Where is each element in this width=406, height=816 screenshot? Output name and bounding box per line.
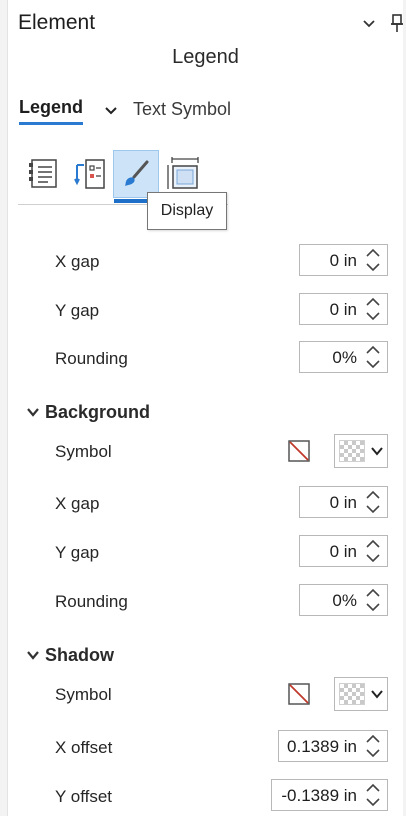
shadow-section-header[interactable]: Shadow — [26, 641, 114, 669]
spinner-arrows-icon[interactable] — [364, 344, 382, 370]
frame-rounding-label: Rounding — [55, 349, 128, 368]
shadow-x-offset-label: X offset — [55, 738, 113, 757]
tab-bar: Legend Text Symbol — [19, 94, 231, 125]
tab-text-symbol[interactable]: Text Symbol — [133, 99, 231, 120]
background-x-gap-value: 0 in — [329, 493, 357, 512]
display-tooltip: Display — [147, 192, 227, 230]
shadow-y-offset-value: -0.1389 in — [281, 786, 357, 805]
legend-options-icon — [29, 159, 57, 188]
frame-x-gap-spinner[interactable]: 0 in — [299, 244, 388, 276]
spinner-arrows-icon[interactable] — [364, 247, 382, 273]
background-rounding-row: Rounding 0% — [0, 584, 406, 620]
no-symbol-icon — [288, 440, 310, 462]
spinner-arrows-icon[interactable] — [364, 489, 382, 515]
paintbrush-icon — [125, 160, 149, 186]
shadow-symbol-picker[interactable] — [334, 677, 388, 711]
background-rounding-label: Rounding — [55, 592, 128, 611]
shadow-y-offset-label: Y offset — [55, 787, 113, 806]
frame-rounding-value: 0% — [332, 348, 357, 367]
pane-header: Element — [8, 0, 403, 46]
shadow-symbol-row: Symbol — [0, 677, 406, 713]
background-x-gap-spinner[interactable]: 0 in — [299, 486, 388, 518]
placement-tab-button[interactable] — [159, 150, 205, 198]
background-symbol-label: Symbol — [55, 442, 112, 461]
background-y-gap-row: Y gap 0 in — [0, 535, 406, 571]
frame-rounding-spinner[interactable]: 0% — [299, 341, 388, 373]
chevron-down-icon — [371, 447, 383, 456]
frame-y-gap-row: Y gap 0 in — [0, 293, 406, 329]
background-symbol-row: Symbol — [0, 434, 406, 470]
options-tab-button[interactable] — [21, 150, 67, 198]
chevron-down-icon — [371, 690, 383, 699]
background-rounding-spinner[interactable]: 0% — [299, 584, 388, 616]
no-symbol-icon — [288, 683, 310, 705]
arrangement-icon — [74, 159, 105, 189]
spinner-arrows-icon[interactable] — [364, 538, 382, 564]
background-section-title: Background — [45, 401, 151, 422]
pane-options-chevron-icon[interactable] — [361, 15, 377, 31]
shadow-symbol-label: Symbol — [55, 685, 112, 704]
background-rounding-value: 0% — [332, 591, 357, 610]
spinner-arrows-icon[interactable] — [364, 782, 382, 808]
frame-x-gap-label: X gap — [55, 252, 100, 271]
frame-y-gap-label: Y gap — [55, 301, 100, 320]
shadow-x-offset-row: X offset 0.1389 in — [0, 730, 406, 766]
transparent-swatch-icon — [339, 440, 365, 462]
transparent-swatch-icon — [339, 683, 365, 705]
chevron-down-icon[interactable] — [26, 648, 40, 662]
background-x-gap-label: X gap — [55, 494, 100, 513]
spinner-arrows-icon[interactable] — [364, 296, 382, 322]
shadow-y-offset-spinner[interactable]: -0.1389 in — [271, 779, 388, 811]
placement-icon — [167, 157, 199, 189]
background-y-gap-spinner[interactable]: 0 in — [299, 535, 388, 567]
pin-icon[interactable] — [391, 13, 403, 33]
shadow-y-offset-row: Y offset -0.1389 in — [0, 779, 406, 815]
shadow-x-offset-value: 0.1389 in — [287, 737, 357, 756]
spinner-arrows-icon[interactable] — [364, 733, 382, 759]
shadow-section-title: Shadow — [45, 644, 115, 665]
shadow-x-offset-spinner[interactable]: 0.1389 in — [278, 730, 388, 762]
tab-legend[interactable]: Legend — [19, 97, 84, 125]
arrangement-tab-button[interactable] — [67, 150, 113, 198]
chevron-down-icon[interactable] — [26, 405, 40, 419]
element-type-title: Legend — [172, 46, 239, 68]
spinner-arrows-icon[interactable] — [364, 587, 382, 613]
background-x-gap-row: X gap 0 in — [0, 486, 406, 522]
background-y-gap-label: Y gap — [55, 543, 100, 562]
frame-y-gap-spinner[interactable]: 0 in — [299, 293, 388, 325]
frame-rounding-row: Rounding 0% — [0, 341, 406, 377]
frame-y-gap-value: 0 in — [329, 300, 357, 319]
display-tab-button[interactable] — [113, 150, 159, 203]
background-symbol-picker[interactable] — [334, 434, 388, 468]
frame-x-gap-value: 0 in — [329, 251, 357, 270]
frame-x-gap-row: X gap 0 in — [0, 244, 406, 280]
tab-dropdown-chevron-icon[interactable] — [103, 102, 119, 118]
background-y-gap-value: 0 in — [329, 542, 357, 561]
background-section-header[interactable]: Background — [26, 398, 150, 426]
pane-title: Element — [18, 11, 96, 34]
